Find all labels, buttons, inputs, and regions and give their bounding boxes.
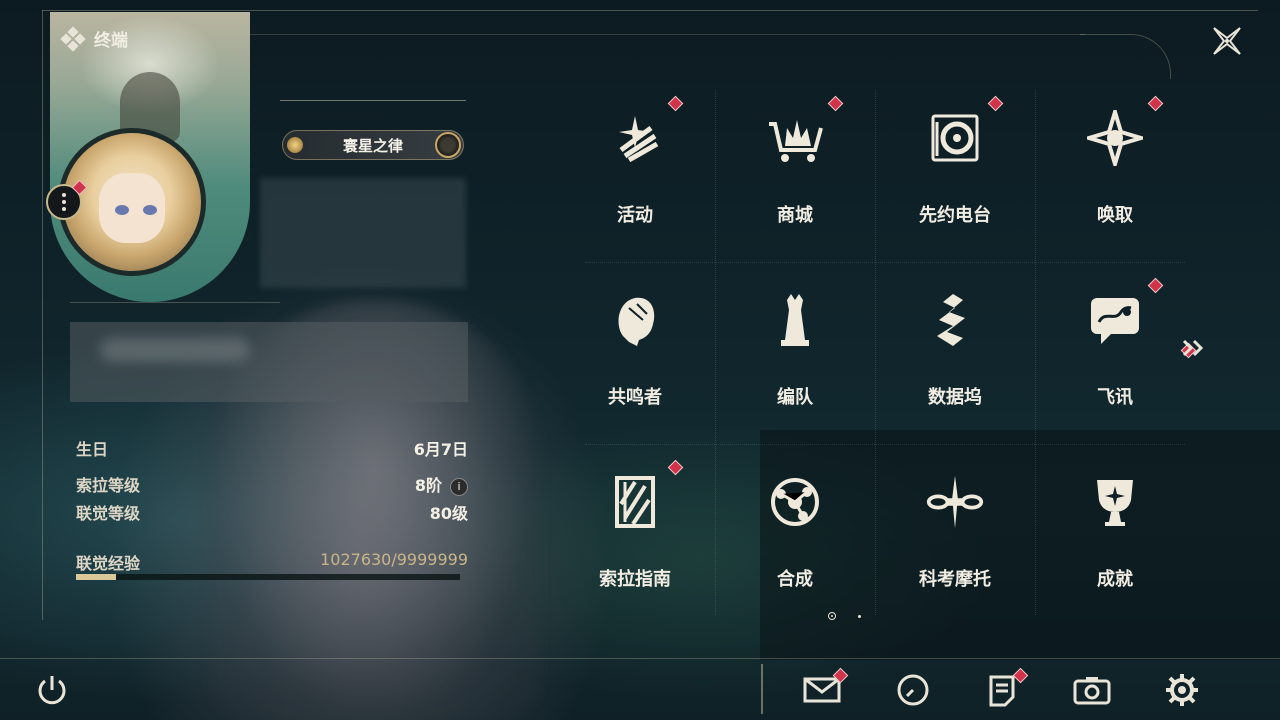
title-badge[interactable]: 寰星之律 xyxy=(282,130,464,160)
feature-grid: 活动 商城 先约电台 唤取 共鸣者 编队 数据坞 飞讯 索拉指南 合成 科考摩托… xyxy=(555,80,1195,625)
data-bank-icon xyxy=(925,290,985,350)
stat-label: 联觉经验 xyxy=(76,554,141,573)
tile-label: 活动 xyxy=(617,205,653,226)
guidebook-icon xyxy=(605,472,665,532)
page-header: 终端 xyxy=(60,25,128,52)
title-gem-left-icon xyxy=(287,137,303,153)
frame-top-line xyxy=(42,10,1258,11)
pioneer-radio-icon xyxy=(925,108,985,168)
frame-header-line xyxy=(250,34,1085,35)
clock-icon xyxy=(897,674,929,706)
tile-guidebook[interactable]: 索拉指南 xyxy=(555,444,715,626)
notification-badge xyxy=(1147,95,1164,112)
power-icon xyxy=(38,676,66,705)
notification-badge xyxy=(667,95,684,112)
tile-events[interactable]: 活动 xyxy=(555,80,715,262)
notice-icon xyxy=(989,675,1015,707)
bottom-bar-separator xyxy=(761,664,763,714)
tile-label: 飞讯 xyxy=(1097,387,1133,408)
tile-resonator[interactable]: 共鸣者 xyxy=(555,262,715,444)
tile-label: 成就 xyxy=(1097,569,1133,590)
stat-value: 80级 xyxy=(429,504,468,523)
close-icon xyxy=(1213,27,1241,55)
stat-label: 索拉等级 xyxy=(76,476,141,495)
bottom-bar-divider xyxy=(0,658,1280,659)
tile-motorbike[interactable]: 科考摩托 xyxy=(875,444,1035,626)
tile-label: 唤取 xyxy=(1097,205,1133,226)
page-dot-active[interactable] xyxy=(828,612,836,620)
tile-data-bank[interactable]: 数据坞 xyxy=(875,262,1035,444)
tile-label: 编队 xyxy=(777,387,813,408)
events-icon xyxy=(605,108,665,168)
tile-pioneer-radio[interactable]: 先约电台 xyxy=(875,80,1035,262)
title-badge-label: 寰星之律 xyxy=(342,136,403,155)
shop-cart-icon xyxy=(765,108,825,168)
clock-button[interactable] xyxy=(893,670,933,710)
pagination xyxy=(828,612,861,620)
stat-label: 联觉等级 xyxy=(76,504,141,523)
resonator-icon xyxy=(605,290,665,350)
tile-label: 共鸣者 xyxy=(608,387,662,408)
settings-gear-icon xyxy=(1166,674,1198,706)
tile-synthesis[interactable]: 合成 xyxy=(715,444,875,626)
tile-convene[interactable]: 唤取 xyxy=(1035,80,1195,262)
tile-label: 合成 xyxy=(777,569,813,590)
exp-progress-bar xyxy=(76,574,460,580)
title-divider xyxy=(280,100,466,101)
power-button[interactable] xyxy=(34,672,70,708)
messenger-icon xyxy=(1085,290,1145,350)
title-gem-right-icon xyxy=(435,132,461,158)
tile-label: 先约电台 xyxy=(919,205,991,226)
page-dot[interactable] xyxy=(858,614,861,618)
stat-birthday: 生日 6月7日 xyxy=(76,436,468,460)
tile-achievement[interactable]: 成就 xyxy=(1035,444,1195,626)
info-icon[interactable]: i xyxy=(450,477,468,496)
double-chevron-right-icon xyxy=(1182,339,1204,357)
tile-messenger[interactable]: 飞讯 xyxy=(1035,262,1195,444)
tile-shop[interactable]: 商城 xyxy=(715,80,875,262)
settings-button[interactable] xyxy=(1162,670,1202,710)
frame-left-line xyxy=(42,10,43,620)
tile-label: 科考摩托 xyxy=(919,569,991,590)
stat-label: 生日 xyxy=(76,440,109,459)
notice-button[interactable] xyxy=(982,667,1029,710)
stat-union-level: 联觉等级 80级 xyxy=(76,500,468,524)
stat-value: 6月7日 xyxy=(413,440,468,459)
obscured-signature xyxy=(70,322,468,402)
next-page-button[interactable] xyxy=(1180,338,1206,358)
tile-label: 数据坞 xyxy=(928,387,982,408)
stat-sol-level: 索拉等级 8阶 i xyxy=(76,472,468,496)
motorbike-icon xyxy=(925,472,985,532)
exp-progress-fill xyxy=(76,574,116,580)
synthesis-icon xyxy=(765,472,825,532)
notification-badge xyxy=(1147,277,1164,294)
stat-value: 8阶 xyxy=(414,476,442,495)
camera-icon xyxy=(1073,677,1111,705)
notification-badge xyxy=(987,95,1004,112)
stat-value: 1027630/9999999 xyxy=(320,550,468,569)
obscured-player-info xyxy=(260,178,466,288)
page-title: 终端 xyxy=(94,31,128,51)
tile-team[interactable]: 编队 xyxy=(715,262,875,444)
team-chess-icon xyxy=(765,290,825,350)
stat-union-exp: 联觉经验 1027630/9999999 xyxy=(76,550,468,574)
tile-label: 商城 xyxy=(777,205,813,226)
avatar-eye-right xyxy=(143,205,157,215)
terminal-diamond-icon xyxy=(60,25,86,52)
tile-label: 索拉指南 xyxy=(599,569,671,590)
notification-badge xyxy=(667,459,684,476)
camera-button[interactable] xyxy=(1072,670,1112,710)
card-divider xyxy=(70,302,280,303)
achievement-trophy-icon xyxy=(1085,472,1145,532)
mail-icon xyxy=(803,677,841,703)
avatar-eye-left xyxy=(115,205,129,215)
notification-badge xyxy=(827,95,844,112)
close-button[interactable] xyxy=(1208,22,1246,60)
mail-button[interactable] xyxy=(802,667,849,710)
convene-icon xyxy=(1085,108,1145,168)
